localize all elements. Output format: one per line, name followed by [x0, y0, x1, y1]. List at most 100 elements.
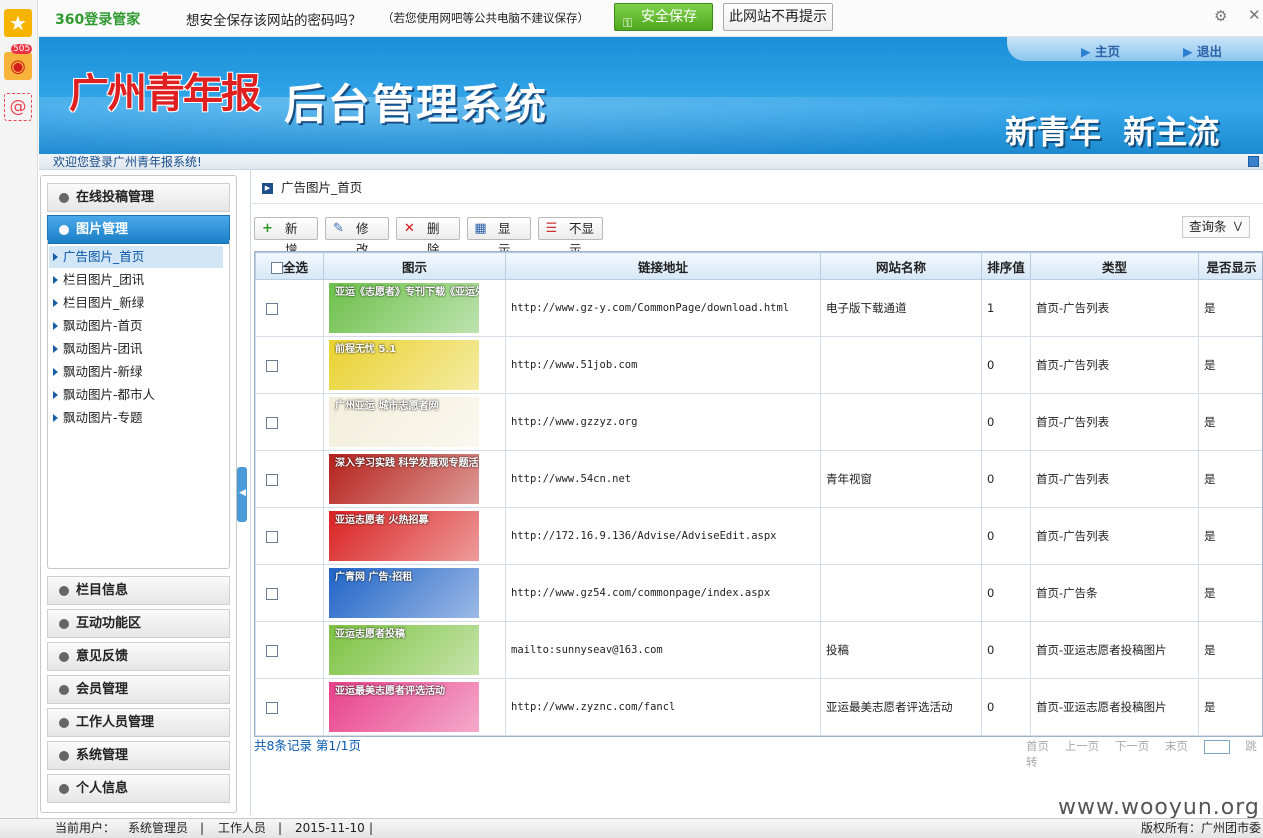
row-checkbox[interactable] — [266, 359, 278, 372]
site-name-cell — [820, 336, 982, 394]
type-cell: 首页-亚运志愿者投稿图片 — [1030, 678, 1199, 736]
ad-thumbnail-image[interactable]: 亚运志愿者 火热招募 — [329, 511, 479, 561]
mail-icon[interactable]: @ — [4, 93, 32, 121]
ad-thumbnail-image[interactable]: 广州亚运 城市志愿者网 — [329, 397, 479, 447]
breadcrumb: ▶ 广告图片_首页 — [262, 178, 362, 198]
left-nav-menu: 在线投稿管理 图片管理 广告图片_首页 栏目图片_团讯 栏目图片_新绿 飘动图片… — [40, 175, 237, 813]
table-row[interactable]: 亚运志愿者 火热招募 http://172.16.9.136/Advise/Adv… — [255, 507, 1262, 565]
never-prompt-button[interactable]: 此网站不再提示 — [723, 3, 833, 31]
first-page-link[interactable]: 首页 — [1026, 739, 1049, 753]
collapse-header-icon[interactable] — [1248, 156, 1259, 167]
copyright: 版权所有：广州团市委 — [1141, 821, 1262, 835]
column-header: 排序值 — [981, 252, 1031, 280]
sidebar-collapse-handle[interactable]: ◀ — [237, 467, 247, 522]
menu-section-label: 图片管理 — [76, 222, 129, 237]
status-sep: | — [200, 821, 205, 835]
password-save-bar: 360登录管家 想安全保存该网站的密码吗？ （若您使用网吧等公共电脑不建议保存）… — [0, 0, 1263, 37]
delete-button[interactable]: ✕ 删除 — [396, 217, 460, 257]
ad-thumbnail-image[interactable]: 前程无忧 5.1 — [329, 340, 479, 390]
url-cell: http://www.gz54.com/commonpage/index.asp… — [505, 564, 821, 622]
thumbnail-cell: 广州亚运 城市志愿者网 — [323, 393, 506, 451]
gear-icon[interactable]: ⚙ — [1214, 7, 1227, 25]
url-cell: http://www.zyznc.com/fancl — [505, 678, 821, 736]
row-checkbox[interactable] — [266, 416, 278, 429]
row-checkbox-cell — [255, 450, 324, 508]
current-user-label: 当前用户： — [55, 821, 116, 835]
home-link[interactable]: ▶ 主页 — [1081, 41, 1120, 60]
ad-thumbnail-image[interactable]: 亚运志愿者投稿 — [329, 625, 479, 675]
plus-icon: + — [262, 221, 273, 236]
weibo-icon[interactable]: ◉ — [4, 52, 32, 80]
menu-section-staff[interactable]: 工作人员管理 — [47, 708, 230, 737]
table-row[interactable]: 广州亚运 城市志愿者网 http://www.gzzyz.org 0 首页-广告列表是 — [255, 393, 1262, 451]
row-checkbox[interactable] — [266, 644, 278, 657]
page-number-input[interactable] — [1203, 739, 1230, 754]
menu-section-members[interactable]: 会员管理 — [47, 675, 230, 704]
table-row[interactable]: 广青网 广告·招租 http://www.gz54.com/commonpage/… — [255, 564, 1262, 622]
menu-section-profile[interactable]: 个人信息 — [47, 774, 230, 803]
table-row[interactable]: 亚运《志愿者》专刊下载《亚运先锋》专版下载 http://www.gz-y.com… — [255, 279, 1262, 337]
show-button[interactable]: ▦ 显示 — [467, 217, 531, 257]
prev-page-link[interactable]: 上一页 — [1065, 739, 1100, 753]
logout-link[interactable]: ▶ 退出 — [1183, 41, 1222, 60]
menu-section-column-info[interactable]: 栏目信息 — [47, 576, 230, 605]
expand-icon — [59, 718, 69, 728]
hide-button[interactable]: ☰ 不显示 — [538, 217, 603, 257]
site-name-cell — [820, 393, 982, 451]
ad-thumbnail-image[interactable]: 广青网 广告·招租 — [329, 568, 479, 618]
add-button[interactable]: + 新增 — [254, 217, 318, 257]
menu-section-label: 互动功能区 — [76, 616, 142, 631]
thumbnail-cell: 亚运《志愿者》专刊下载《亚运先锋》专版下载 — [323, 279, 506, 337]
top-nav-tab — [1007, 37, 1263, 61]
ad-thumbnail-image[interactable]: 亚运最美志愿者评选活动 — [329, 682, 479, 732]
row-checkbox[interactable] — [266, 587, 278, 600]
menu-section-online-submit[interactable]: 在线投稿管理 — [47, 183, 230, 212]
menu-section-interaction[interactable]: 互动功能区 — [47, 609, 230, 638]
safe-save-button[interactable]: ⚿ 安全保存 — [614, 3, 713, 31]
status-sep: | — [278, 821, 283, 835]
row-checkbox[interactable] — [266, 473, 278, 486]
table-row[interactable]: 亚运志愿者投稿 mailto:sunnyseav@163.com 投稿 0 首页-亚运志… — [255, 621, 1262, 679]
ad-thumbnail-image[interactable]: 亚运《志愿者》专刊下载《亚运先锋》专版下载 — [329, 283, 479, 333]
favorites-star-icon[interactable]: ★ — [4, 9, 32, 37]
delete-x-icon: ✕ — [404, 221, 415, 236]
next-page-link[interactable]: 下一页 — [1115, 739, 1150, 753]
thumbnail-cell: 广青网 广告·招租 — [323, 564, 506, 622]
select-all-label: 全选 — [282, 259, 308, 275]
menu-section-feedback[interactable]: 意见反馈 — [47, 642, 230, 671]
edit-icon: ✎ — [333, 221, 344, 236]
visible-cell: 是 — [1198, 279, 1262, 337]
visible-cell: 是 — [1198, 393, 1262, 451]
row-checkbox[interactable] — [266, 302, 278, 315]
status-sep: | — [369, 821, 374, 835]
thumbnail-cell: 深入学习实践 科学发展观专题活动 — [323, 450, 506, 508]
safe-save-label: 安全保存 — [641, 9, 697, 25]
select-all-header[interactable]: 全选 — [255, 252, 324, 280]
table-row[interactable]: 亚运最美志愿者评选活动 http://www.zyznc.com/fancl 亚运最… — [255, 678, 1262, 736]
browser-side-strip: ★ ◉ 505 @ + — [0, 0, 38, 838]
last-page-link[interactable]: 末页 — [1165, 739, 1188, 753]
table-row[interactable]: 前程无忧 5.1 http://www.51job.com 0 首页-广告列表是 — [255, 336, 1262, 394]
close-icon[interactable]: ✕ — [1248, 6, 1261, 24]
slogan: 新青年 新主流 — [1005, 113, 1220, 151]
ad-thumbnail-image[interactable]: 深入学习实践 科学发展观专题活动 — [329, 454, 479, 504]
row-checkbox[interactable] — [266, 530, 278, 543]
brand-360: 360登录管家 — [55, 12, 141, 28]
menu-section-system[interactable]: 系统管理 — [47, 741, 230, 770]
order-cell: 0 — [981, 507, 1031, 565]
row-checkbox[interactable] — [266, 701, 278, 714]
menu-section-label: 在线投稿管理 — [76, 190, 155, 205]
select-all-checkbox[interactable] — [270, 262, 283, 274]
edit-button[interactable]: ✎ 修改 — [325, 217, 389, 257]
thumbnail-cell: 亚运志愿者投稿 — [323, 621, 506, 679]
table-row[interactable]: 深入学习实践 科学发展观专题活动 http://www.54cn.net 青年视窗 0… — [255, 450, 1262, 508]
watermark: www.wooyun.org — [1058, 795, 1260, 820]
row-checkbox-cell — [255, 564, 324, 622]
url-cell: http://www.gzzyz.org — [505, 393, 821, 451]
visible-cell: 是 — [1198, 336, 1262, 394]
site-name-cell — [820, 564, 982, 622]
query-toggle-button[interactable]: 查询条 ⋁ — [1182, 216, 1250, 238]
url-cell: http://www.54cn.net — [505, 450, 821, 508]
logout-link-label: 退出 — [1196, 44, 1222, 59]
welcome-bar: 欢迎您登录广州青年报系统! — [39, 154, 1263, 170]
